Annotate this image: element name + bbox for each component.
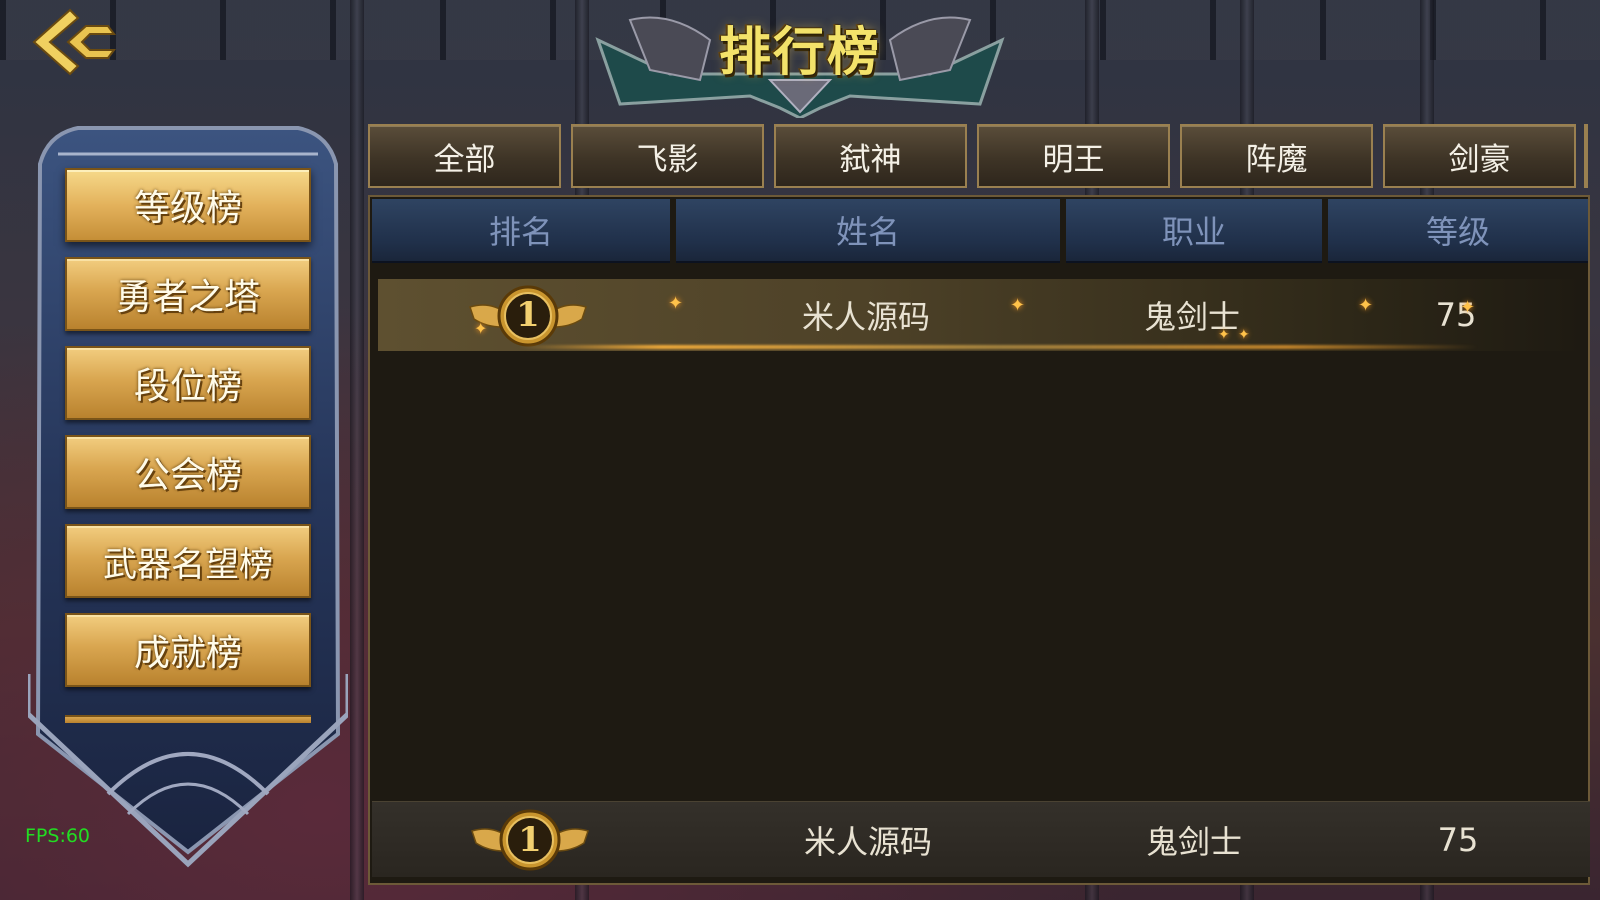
- tab-mingwang[interactable]: 明王: [977, 124, 1170, 188]
- tab-overflow-edge: [1584, 124, 1588, 188]
- table-header: 排名 姓名 职业 等级: [372, 199, 1590, 263]
- sparkle-icon: ✦: [1218, 327, 1230, 343]
- table-row[interactable]: 1 米人源码 鬼剑士 75 ✦ ✦ ✦ ✦ ✦ ✦ ✦: [378, 279, 1584, 351]
- sparkle-icon: ✦: [1238, 327, 1250, 343]
- ranking-table: 排名 姓名 职业 等级 1 米人源码 鬼剑士 75 ✦ ✦ ✦ ✦ ✦ ✦ ✦ …: [368, 195, 1590, 885]
- rank-number: 1: [516, 295, 540, 335]
- menu-item-weapon-fame-ranking[interactable]: 武器名望榜: [65, 524, 311, 598]
- player-name: 米人源码: [801, 298, 930, 336]
- menu-item-partial[interactable]: [65, 715, 311, 723]
- header-class: 职业: [1066, 199, 1322, 263]
- menu-item-guild-ranking[interactable]: 公会榜: [65, 435, 311, 509]
- glow-effect: [518, 345, 1478, 349]
- sparkle-icon: ✦: [1460, 297, 1476, 318]
- my-player-name: 米人源码: [803, 823, 932, 861]
- sparkle-icon: ✦: [1358, 295, 1374, 316]
- my-rank-number: 1: [518, 820, 542, 860]
- side-menu: 等级榜 勇者之塔 段位榜 公会榜 武器名望榜 成就榜: [28, 124, 348, 876]
- tab-shishen[interactable]: 弑神: [774, 124, 967, 188]
- fps-counter: FPS:60: [25, 825, 91, 847]
- sparkle-icon: ✦: [668, 293, 684, 314]
- player-class: 鬼剑士: [1143, 298, 1240, 336]
- tab-jianhao[interactable]: 剑豪: [1383, 124, 1576, 188]
- back-arrow-icon: [32, 8, 116, 76]
- menu-item-hero-tower[interactable]: 勇者之塔: [65, 257, 311, 331]
- sparkle-icon: ✦: [1010, 295, 1026, 316]
- back-button[interactable]: [28, 6, 118, 78]
- page-title: 排行榜: [718, 23, 881, 83]
- my-player-class: 鬼剑士: [1145, 823, 1242, 861]
- sparkle-icon: ✦: [474, 319, 488, 338]
- title-banner: 排行榜: [590, 0, 1010, 118]
- menu-item-achievement-ranking[interactable]: 成就榜: [65, 613, 311, 687]
- menu-item-level-ranking[interactable]: 等级榜: [65, 168, 311, 242]
- header-rank: 排名: [372, 199, 670, 263]
- header-level: 等级: [1328, 199, 1588, 263]
- tab-feiying[interactable]: 飞影: [571, 124, 764, 188]
- menu-item-tier-ranking[interactable]: 段位榜: [65, 346, 311, 420]
- my-player-level: 75: [1437, 821, 1479, 859]
- tab-zhenmo[interactable]: 阵魔: [1180, 124, 1373, 188]
- class-tabs: 全部 飞影 弑神 明王 阵魔 剑豪: [368, 124, 1600, 188]
- header-name: 姓名: [676, 199, 1060, 263]
- my-rank-row[interactable]: 1 米人源码 鬼剑士 75: [372, 801, 1590, 877]
- tab-all[interactable]: 全部: [368, 124, 561, 188]
